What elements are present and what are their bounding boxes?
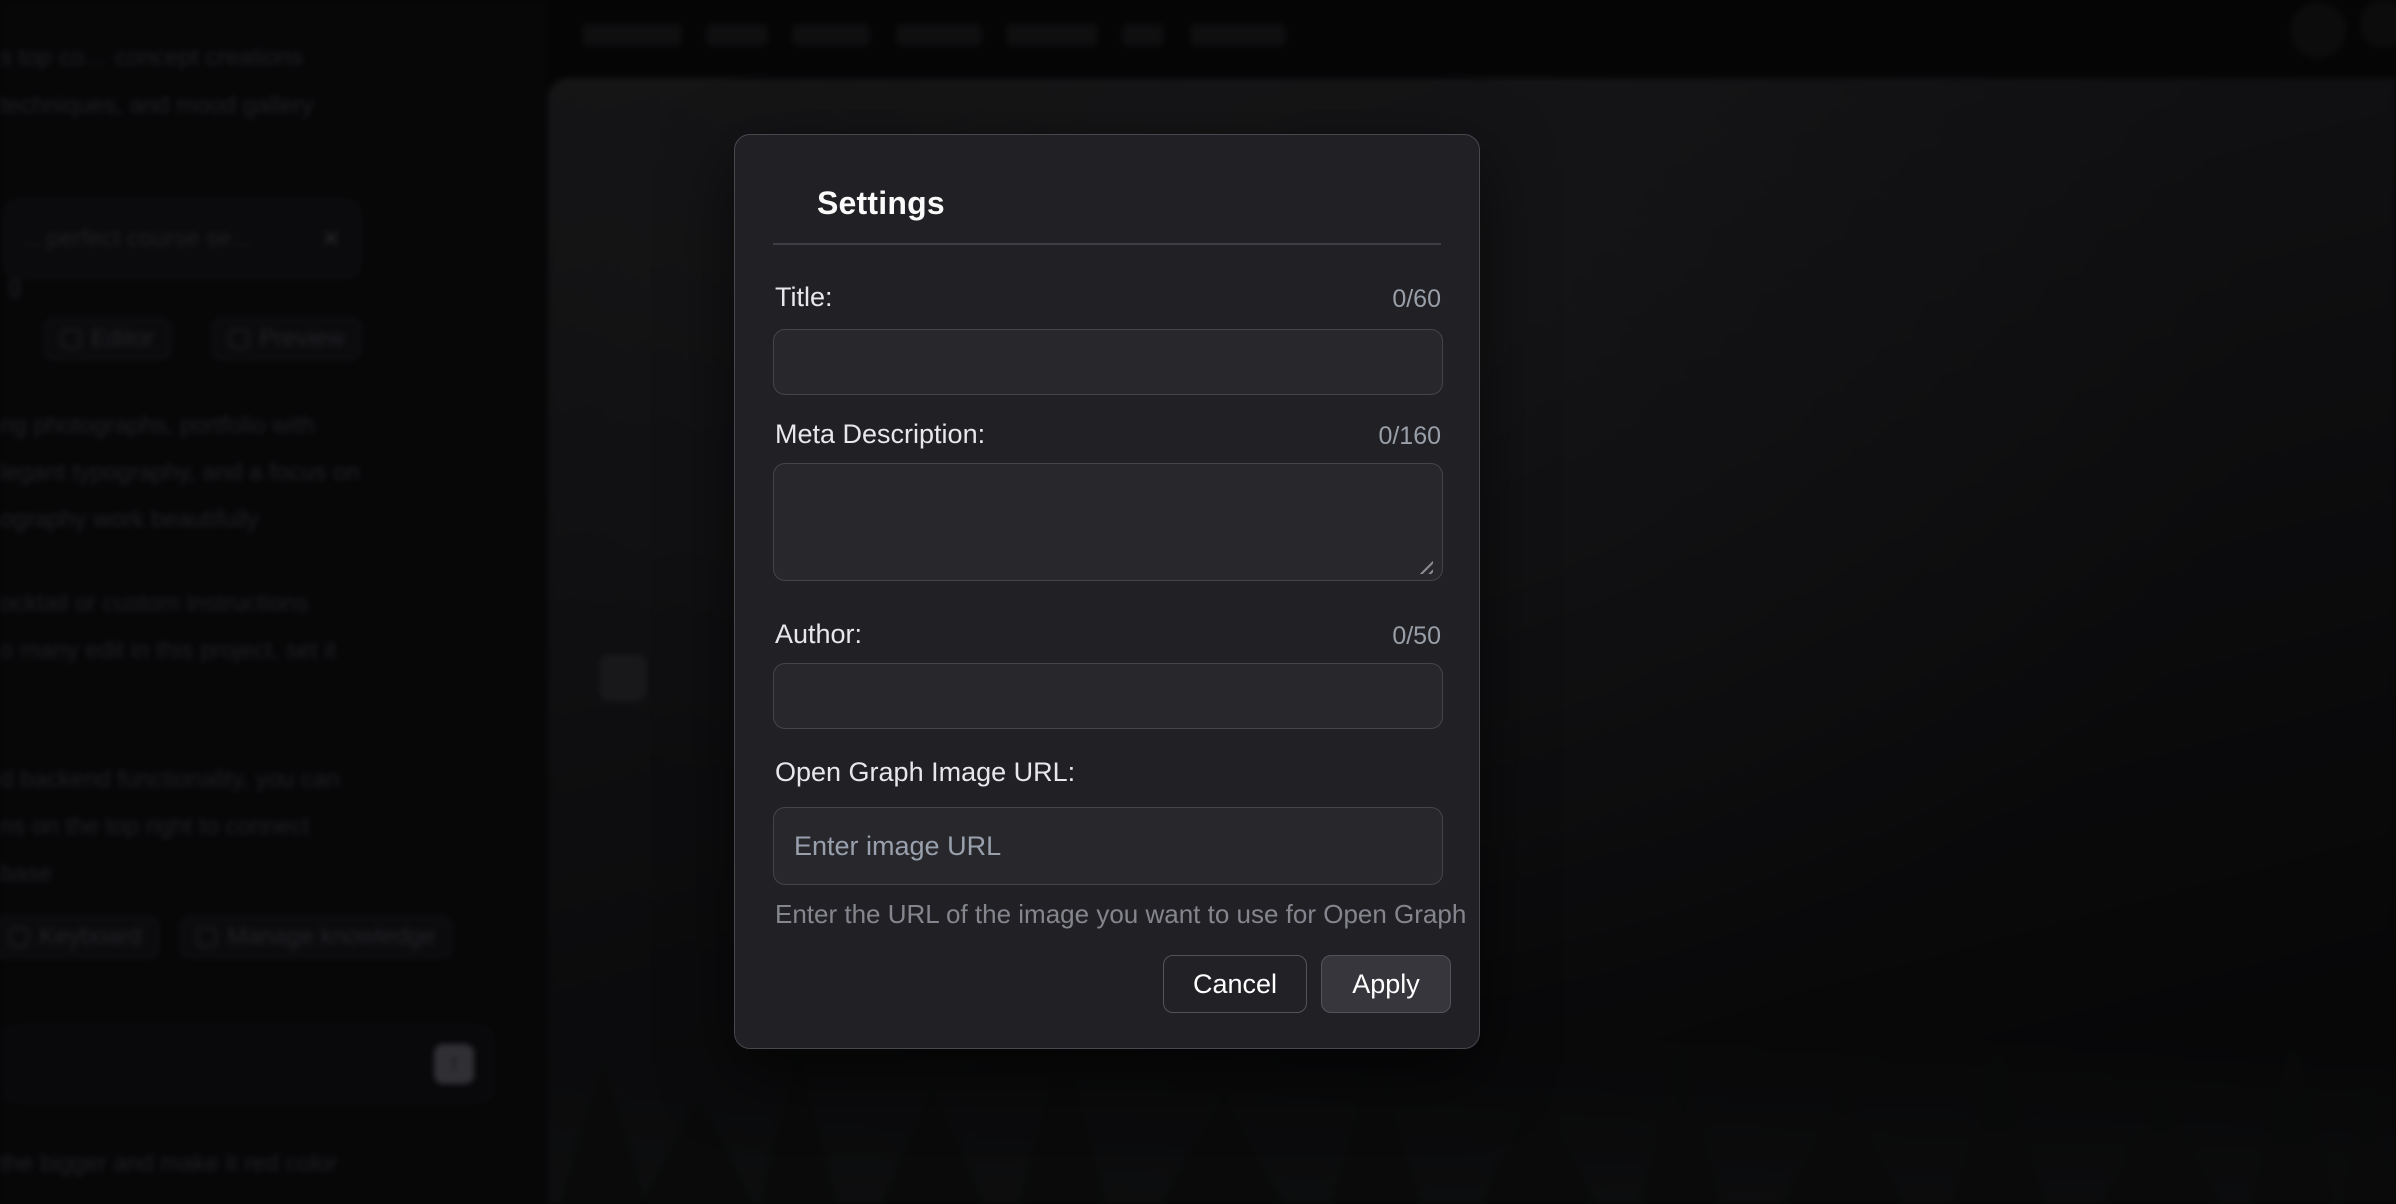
og-image-url-helper-text: Enter the URL of the image you want to u… xyxy=(775,899,1466,930)
og-image-url-label: Open Graph Image URL: xyxy=(775,757,1075,788)
og-image-url-field[interactable] xyxy=(773,807,1443,885)
meta-description-char-counter: 0/160 xyxy=(1378,422,1441,451)
title-label: Title: xyxy=(775,282,833,313)
author-char-counter: 0/50 xyxy=(1392,622,1441,651)
title-field[interactable] xyxy=(773,329,1443,395)
modal-divider xyxy=(773,243,1441,245)
cancel-button[interactable]: Cancel xyxy=(1163,955,1307,1013)
title-char-counter: 0/60 xyxy=(1392,285,1441,314)
author-field[interactable] xyxy=(773,663,1443,729)
meta-description-label: Meta Description: xyxy=(775,419,985,450)
app-screen: …s top co… concept creations …techniques… xyxy=(0,0,2396,1204)
apply-button[interactable]: Apply xyxy=(1321,955,1451,1013)
settings-modal: Settings Title: 0/60 Meta Description: 0… xyxy=(734,134,1480,1049)
meta-description-field[interactable] xyxy=(773,463,1443,581)
author-label: Author: xyxy=(775,619,862,650)
modal-title: Settings xyxy=(817,185,945,222)
